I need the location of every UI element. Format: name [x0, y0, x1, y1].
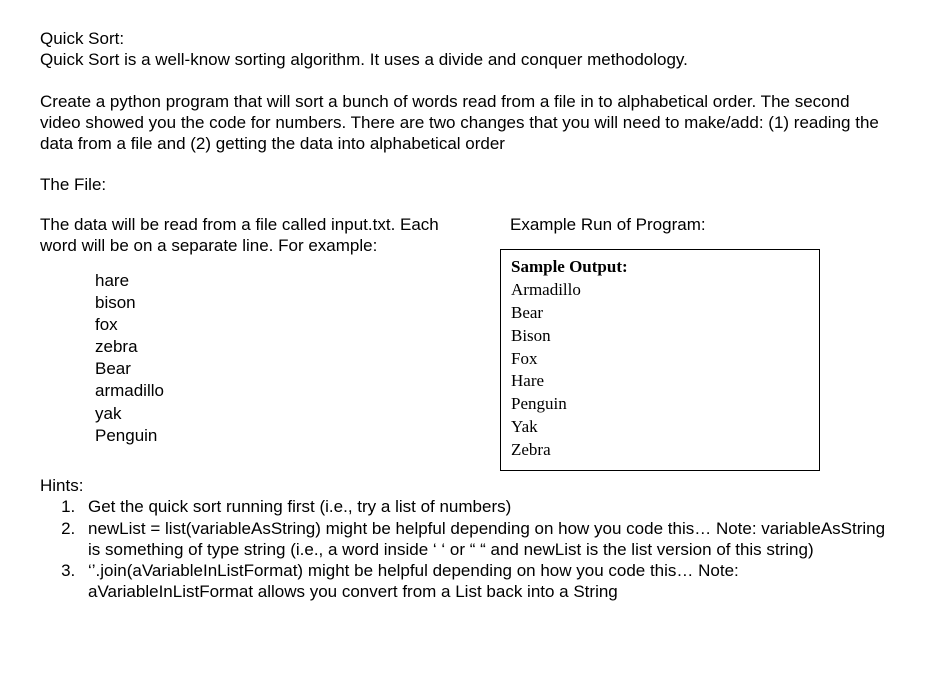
- file-description: The data will be read from a file called…: [40, 214, 470, 257]
- file-word-list: hare bison fox zebra Bear armadillo yak …: [40, 270, 470, 447]
- file-section-label: The File:: [40, 174, 894, 195]
- output-line: Fox: [511, 349, 537, 368]
- file-word: zebra: [95, 336, 470, 358]
- output-line: Yak: [511, 417, 538, 436]
- title-block: Quick Sort: Quick Sort is a well-know so…: [40, 28, 894, 71]
- file-word: armadillo: [95, 380, 470, 402]
- left-column: The data will be read from a file called…: [40, 214, 470, 472]
- output-line: Bear: [511, 303, 543, 322]
- file-word: Bear: [95, 358, 470, 380]
- hint-item: ‘’.join(aVariableInListFormat) might be …: [80, 560, 894, 603]
- output-line: Armadillo: [511, 280, 581, 299]
- file-word: bison: [95, 292, 470, 314]
- file-word: Penguin: [95, 425, 470, 447]
- output-line: Hare: [511, 371, 544, 390]
- hint-item: Get the quick sort running first (i.e., …: [80, 496, 894, 517]
- hints-list: Get the quick sort running first (i.e., …: [40, 496, 894, 602]
- output-line: Zebra: [511, 440, 551, 459]
- intro-text: Quick Sort is a well-know sorting algori…: [40, 50, 688, 69]
- right-column: Example Run of Program: Sample Output: A…: [500, 214, 894, 472]
- two-column-layout: The data will be read from a file called…: [40, 214, 894, 472]
- hint-item: newList = list(variableAsString) might b…: [80, 518, 894, 561]
- title: Quick Sort:: [40, 29, 124, 48]
- file-word: fox: [95, 314, 470, 336]
- task-description: Create a python program that will sort a…: [40, 91, 894, 155]
- output-line: Bison: [511, 326, 551, 345]
- example-run-header: Example Run of Program:: [500, 214, 894, 235]
- sample-output-box: Sample Output: Armadillo Bear Bison Fox …: [500, 249, 820, 471]
- output-line: Penguin: [511, 394, 567, 413]
- sample-output-label: Sample Output:: [511, 257, 628, 276]
- hints-label: Hints:: [40, 475, 894, 496]
- file-word: hare: [95, 270, 470, 292]
- file-word: yak: [95, 403, 470, 425]
